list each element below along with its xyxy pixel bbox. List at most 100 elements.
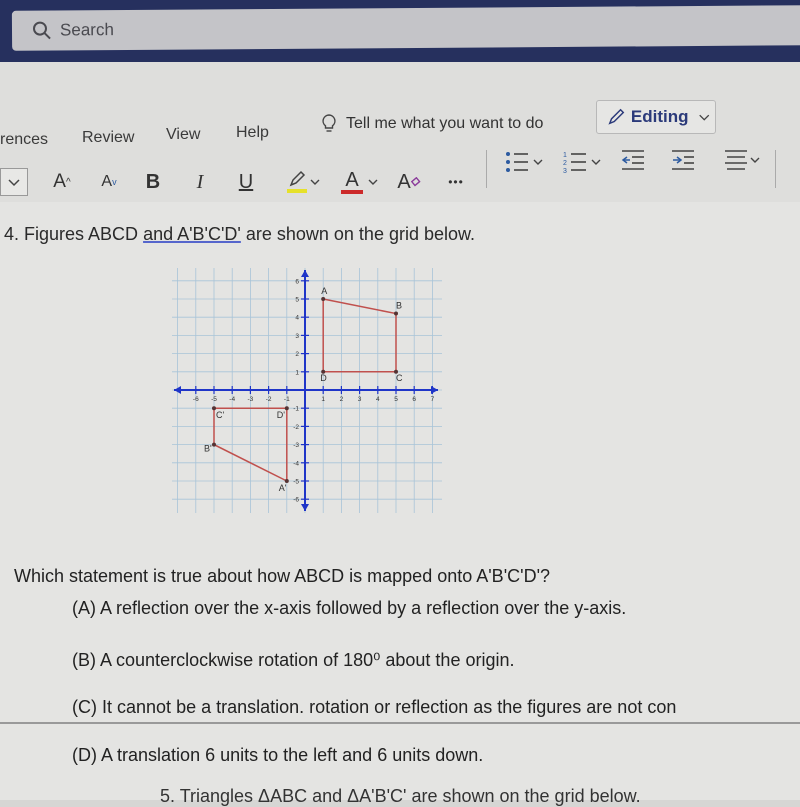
x-tick-label: -3 <box>248 396 254 403</box>
highlight-button[interactable] <box>282 162 324 202</box>
q4-prefix: 4. Figures ABCD <box>4 224 144 244</box>
align-icon <box>725 150 747 170</box>
bullet-list-icon <box>506 152 528 172</box>
search-placeholder: Search <box>59 20 114 40</box>
x-tick-label: 1 <box>321 396 325 403</box>
shrink-font-button[interactable]: Av <box>96 162 122 202</box>
highlighter-icon <box>287 170 307 193</box>
y-tick-label: 5 <box>295 297 299 304</box>
choice-c-text: It cannot be a translation. rotation or … <box>102 697 677 717</box>
vertex-label: A' <box>279 483 287 493</box>
numbered-list-icon: 123 <box>563 152 586 175</box>
font-color-button[interactable]: A <box>338 162 382 202</box>
search-icon <box>32 21 51 40</box>
bullet-list-button[interactable] <box>500 142 548 182</box>
y-tick-label: 3 <box>295 333 299 340</box>
y-tick-label: -2 <box>293 424 299 431</box>
align-dropdown-button[interactable] <box>718 140 766 180</box>
decrease-indent-icon <box>621 150 644 170</box>
y-tick-label: -4 <box>293 460 299 467</box>
tab-review[interactable]: Review <box>82 129 134 147</box>
page-divider <box>0 722 800 724</box>
more-options-button[interactable]: ••• <box>442 162 470 202</box>
vertex-d-prime <box>284 406 289 411</box>
x-tick-label: 3 <box>358 396 362 403</box>
choice-a-text: A reflection over the x-axis followed by… <box>100 598 627 618</box>
y-tick-label: 2 <box>295 351 299 358</box>
y-tick-label: 4 <box>295 315 299 322</box>
vertex-a <box>321 297 326 301</box>
chevron-down-icon <box>368 179 378 185</box>
pencil-icon <box>608 108 625 125</box>
svg-text:1: 1 <box>563 152 567 159</box>
question-prompt: Which statement is true about how ABCD i… <box>14 566 551 586</box>
bold-button[interactable]: B <box>142 162 164 202</box>
vertex-label: C' <box>216 410 224 420</box>
x-tick-label: -1 <box>284 396 290 403</box>
font-size-dropdown[interactable] <box>0 168 28 196</box>
x-tick-label: -5 <box>211 396 217 403</box>
q4-flagged-text[interactable]: and A'B'C'D' <box>143 224 241 244</box>
search-box[interactable]: Search <box>11 5 800 51</box>
choice-b[interactable]: (B) A counterclockwise rotation of 180⁰ … <box>72 650 514 671</box>
y-tick-label: -6 <box>293 497 299 504</box>
tell-me-label: Tell me what you want to do <box>346 115 544 132</box>
vertex-label: D <box>320 373 327 383</box>
shrink-font-glyph: A <box>101 173 113 190</box>
font-color-swatch <box>341 190 363 194</box>
x-tick-label: -6 <box>193 396 199 403</box>
top-bar: Search <box>0 0 800 62</box>
choice-d-label: (D) <box>72 745 97 765</box>
y-tick-label: -3 <box>293 442 299 449</box>
x-tick-label: -4 <box>229 396 235 403</box>
choice-a[interactable]: (A) A reflection over the x-axis followe… <box>72 598 626 619</box>
y-tick-label: -5 <box>293 479 299 486</box>
grow-font-button[interactable]: A ^ <box>48 162 76 202</box>
editing-label: Editing <box>630 107 689 126</box>
x-tick-label: 6 <box>412 396 416 403</box>
clear-format-glyph: A <box>397 170 411 193</box>
y-axis-arrow-up <box>301 270 309 277</box>
numbered-list-button[interactable]: 123 <box>558 142 606 182</box>
toolbar-divider <box>486 150 487 188</box>
choice-d-text: A translation 6 units to the left and 6 … <box>101 745 484 765</box>
x-tick-label: 5 <box>394 396 398 403</box>
x-tick-label: 2 <box>340 396 344 403</box>
y-tick-label: -1 <box>293 406 299 413</box>
underline-button[interactable]: U <box>236 162 256 202</box>
tell-me-search[interactable]: Tell me what you want to do <box>322 114 543 134</box>
chevron-down-icon <box>8 179 20 187</box>
vertex-label: D' <box>277 410 285 420</box>
chevron-down-icon <box>750 157 760 163</box>
decrease-indent-button[interactable] <box>618 140 648 180</box>
increase-indent-button[interactable] <box>668 140 698 180</box>
italic-button[interactable]: I <box>190 162 210 202</box>
y-tick-label: 6 <box>295 278 299 285</box>
editing-mode-button[interactable]: Editing <box>596 100 716 134</box>
q4-suffix: are shown on the grid below. <box>240 224 476 244</box>
tab-view[interactable]: View <box>166 126 200 144</box>
tab-help[interactable]: Help <box>236 124 269 142</box>
svg-text:2: 2 <box>563 160 567 167</box>
choice-c[interactable]: (C) It cannot be a translation. rotation… <box>72 697 676 718</box>
x-tick-label: -2 <box>266 396 272 403</box>
choice-b-text: A counterclockwise rotation of 180⁰ abou… <box>100 650 515 670</box>
x-tick-label: 4 <box>376 396 380 403</box>
vertex-label: A <box>321 286 327 296</box>
clear-formatting-button[interactable]: A <box>394 162 424 202</box>
y-axis-arrow-down <box>301 504 309 511</box>
y-tick-label: 1 <box>295 369 299 376</box>
choice-b-label: (B) <box>72 650 96 670</box>
vertex-label: B' <box>204 444 212 454</box>
choice-c-label: (C) <box>72 697 97 717</box>
lightbulb-icon <box>322 114 336 132</box>
x-tick-label: 7 <box>431 396 435 403</box>
question-4-heading: 4. Figures ABCD and A'B'C'D' are shown o… <box>4 224 475 245</box>
eraser-icon <box>410 177 421 187</box>
font-color-glyph: A <box>345 169 359 191</box>
toolbar-divider <box>775 150 776 188</box>
vertex-label: B <box>396 301 402 311</box>
chevron-down-icon <box>591 159 601 165</box>
tab-references[interactable]: rences <box>0 131 48 149</box>
choice-d[interactable]: (D) A translation 6 units to the left an… <box>72 745 483 766</box>
